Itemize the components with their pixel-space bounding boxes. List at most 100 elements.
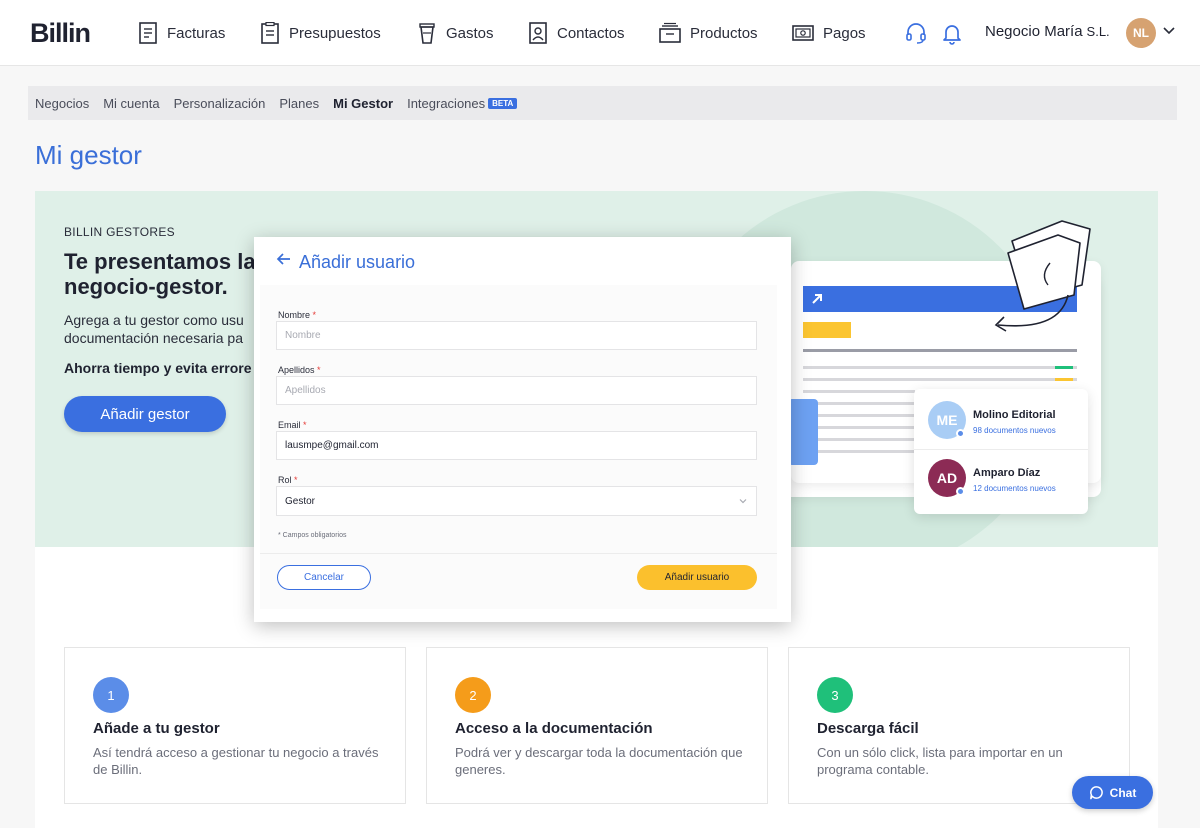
required-mark: * [312,310,317,320]
modal-header: Añadir usuario [254,237,791,285]
illustration-line [803,438,915,441]
step-title: Acceso a la documentación [455,720,653,737]
subnav-negocios[interactable]: Negocios [35,96,89,111]
arrow-up-right-icon [812,294,822,304]
hero-description: Agrega a tu gestor como usu documentació… [64,311,264,347]
illustration-line-accent [1055,378,1073,381]
user-avatar[interactable]: NL [1126,18,1156,48]
add-user-modal: Añadir usuario Nombre * Nombre Apellidos… [254,237,791,622]
illustration-line [803,378,1077,381]
subnav-integraciones-label: Integraciones [407,95,486,111]
required-mark: * [294,475,298,485]
illustration-line [803,402,915,405]
back-arrow-icon[interactable] [276,251,292,267]
quote-icon [261,22,279,44]
nav-facturas[interactable]: Facturas [138,21,225,45]
client-docs-count: 12 documentos nuevos [973,484,1056,493]
illustration-line [803,366,1077,369]
email-label-text: Email [278,420,301,430]
nombre-label-text: Nombre [278,310,311,320]
nav-presupuestos[interactable]: Presupuestos [260,21,381,45]
chevron-down-icon [739,499,747,504]
illustration-line [803,450,915,453]
step-number-badge: 3 [817,677,853,713]
nav-productos-label: Productos [690,24,758,42]
cancel-button[interactable]: Cancelar [277,565,371,590]
chat-button[interactable]: Chat [1072,776,1153,809]
nombre-input[interactable]: Nombre [276,321,757,350]
support-headset-icon[interactable] [904,21,928,45]
nav-contactos[interactable]: Contactos [528,21,625,45]
company-suffix: S.L. [1086,24,1110,39]
modal-form: Nombre * Nombre Apellidos * Apellidos Em… [260,285,777,609]
expenses-icon [419,23,435,44]
company-name: Negocio María [985,23,1083,40]
online-dot-icon [956,487,965,496]
chevron-down-icon[interactable] [1162,24,1176,38]
page-title: Mi gestor [35,140,142,170]
step-description: Podrá ver y descargar toda la documentac… [455,745,743,777]
rol-label: Rol * [278,475,298,485]
illustration-line [803,390,915,393]
modal-title: Añadir usuario [299,252,416,272]
company-switcher[interactable]: Negocio María S.L. [985,23,1110,40]
required-fields-note: * Campos obligatorios [278,532,347,539]
invoice-icon [139,22,157,44]
illustration-line-accent [1055,366,1073,369]
chat-bubble-icon [1089,786,1103,800]
nombre-label: Nombre * [278,310,316,320]
illustration-yellow-bar [803,322,851,338]
rol-select[interactable]: Gestor [276,486,757,516]
email-label: Email * [278,420,307,430]
subnav-mi-gestor[interactable]: Mi Gestor [333,96,393,111]
step-number-badge: 1 [93,677,129,713]
hero-desc-line2: documentación necesaria pa [64,330,244,346]
nav-gastos[interactable]: Gastos [417,21,494,45]
step-number-badge: 2 [455,677,491,713]
step-title: Añade a tu gestor [93,720,220,737]
step-card: 1 Añade a tu gestor Así tendrá acceso a … [64,647,406,804]
add-gestor-button[interactable]: Añadir gestor [64,396,226,432]
beta-badge: BETA [488,97,518,109]
client-name: Molino Editorial [973,409,1056,421]
client-docs-count: 98 documentos nuevos [973,426,1056,435]
nav-contactos-label: Contactos [557,24,625,42]
billin-logo[interactable]: Billin [30,18,91,49]
apellidos-input[interactable]: Apellidos [276,376,757,405]
subnav-mi-cuenta[interactable]: Mi cuenta [103,96,159,111]
nav-pagos[interactable]: Pagos [792,21,866,45]
email-input[interactable]: lausmpe@gmail.com [276,431,757,460]
hero-desc-line1: Agrega a tu gestor como usu [64,312,244,328]
nav-facturas-label: Facturas [167,24,226,42]
nav-pagos-label: Pagos [823,24,866,42]
nav-gastos-label: Gastos [446,24,494,42]
client-row: AD Amparo Díaz 12 documentos nuevos [928,459,1078,499]
divider [260,553,777,554]
nav-productos[interactable]: Productos [659,21,758,45]
client-row: ME Molino Editorial 98 documentos nuevos [928,401,1078,441]
step-card: 2 Acceso a la documentación Podrá ver y … [426,647,768,804]
products-icon [659,22,681,43]
settings-subnav: Negocios Mi cuenta Personalización Plane… [28,86,1177,120]
required-mark: * [303,420,307,430]
subnav-integraciones[interactable]: Integraciones BETA [407,95,518,111]
rol-selected-value: Gestor [285,495,316,507]
rol-label-text: Rol [278,475,292,485]
notification-bell-icon[interactable] [940,21,964,45]
subnav-planes[interactable]: Planes [279,96,319,111]
illustration-line [803,414,915,417]
apellidos-label-text: Apellidos [278,365,315,375]
subnav-personalizacion[interactable]: Personalización [174,96,266,111]
top-navbar: Billin Facturas Presupuestos Gastos Cont… [0,0,1200,66]
folder-sketch-icon [994,220,1091,332]
step-description: Así tendrá acceso a gestionar tu negocio… [93,745,379,777]
apellidos-label: Apellidos * [278,365,321,375]
step-title: Descarga fácil [817,720,919,737]
add-user-button[interactable]: Añadir usuario [637,565,757,590]
payments-icon [792,25,814,41]
contacts-icon [529,22,547,44]
illustration-line [803,426,915,429]
hero-save-text: Ahorra tiempo y evita errore [64,360,252,376]
gestor-clients-card: ME Molino Editorial 98 documentos nuevos… [914,389,1088,514]
online-dot-icon [956,429,965,438]
